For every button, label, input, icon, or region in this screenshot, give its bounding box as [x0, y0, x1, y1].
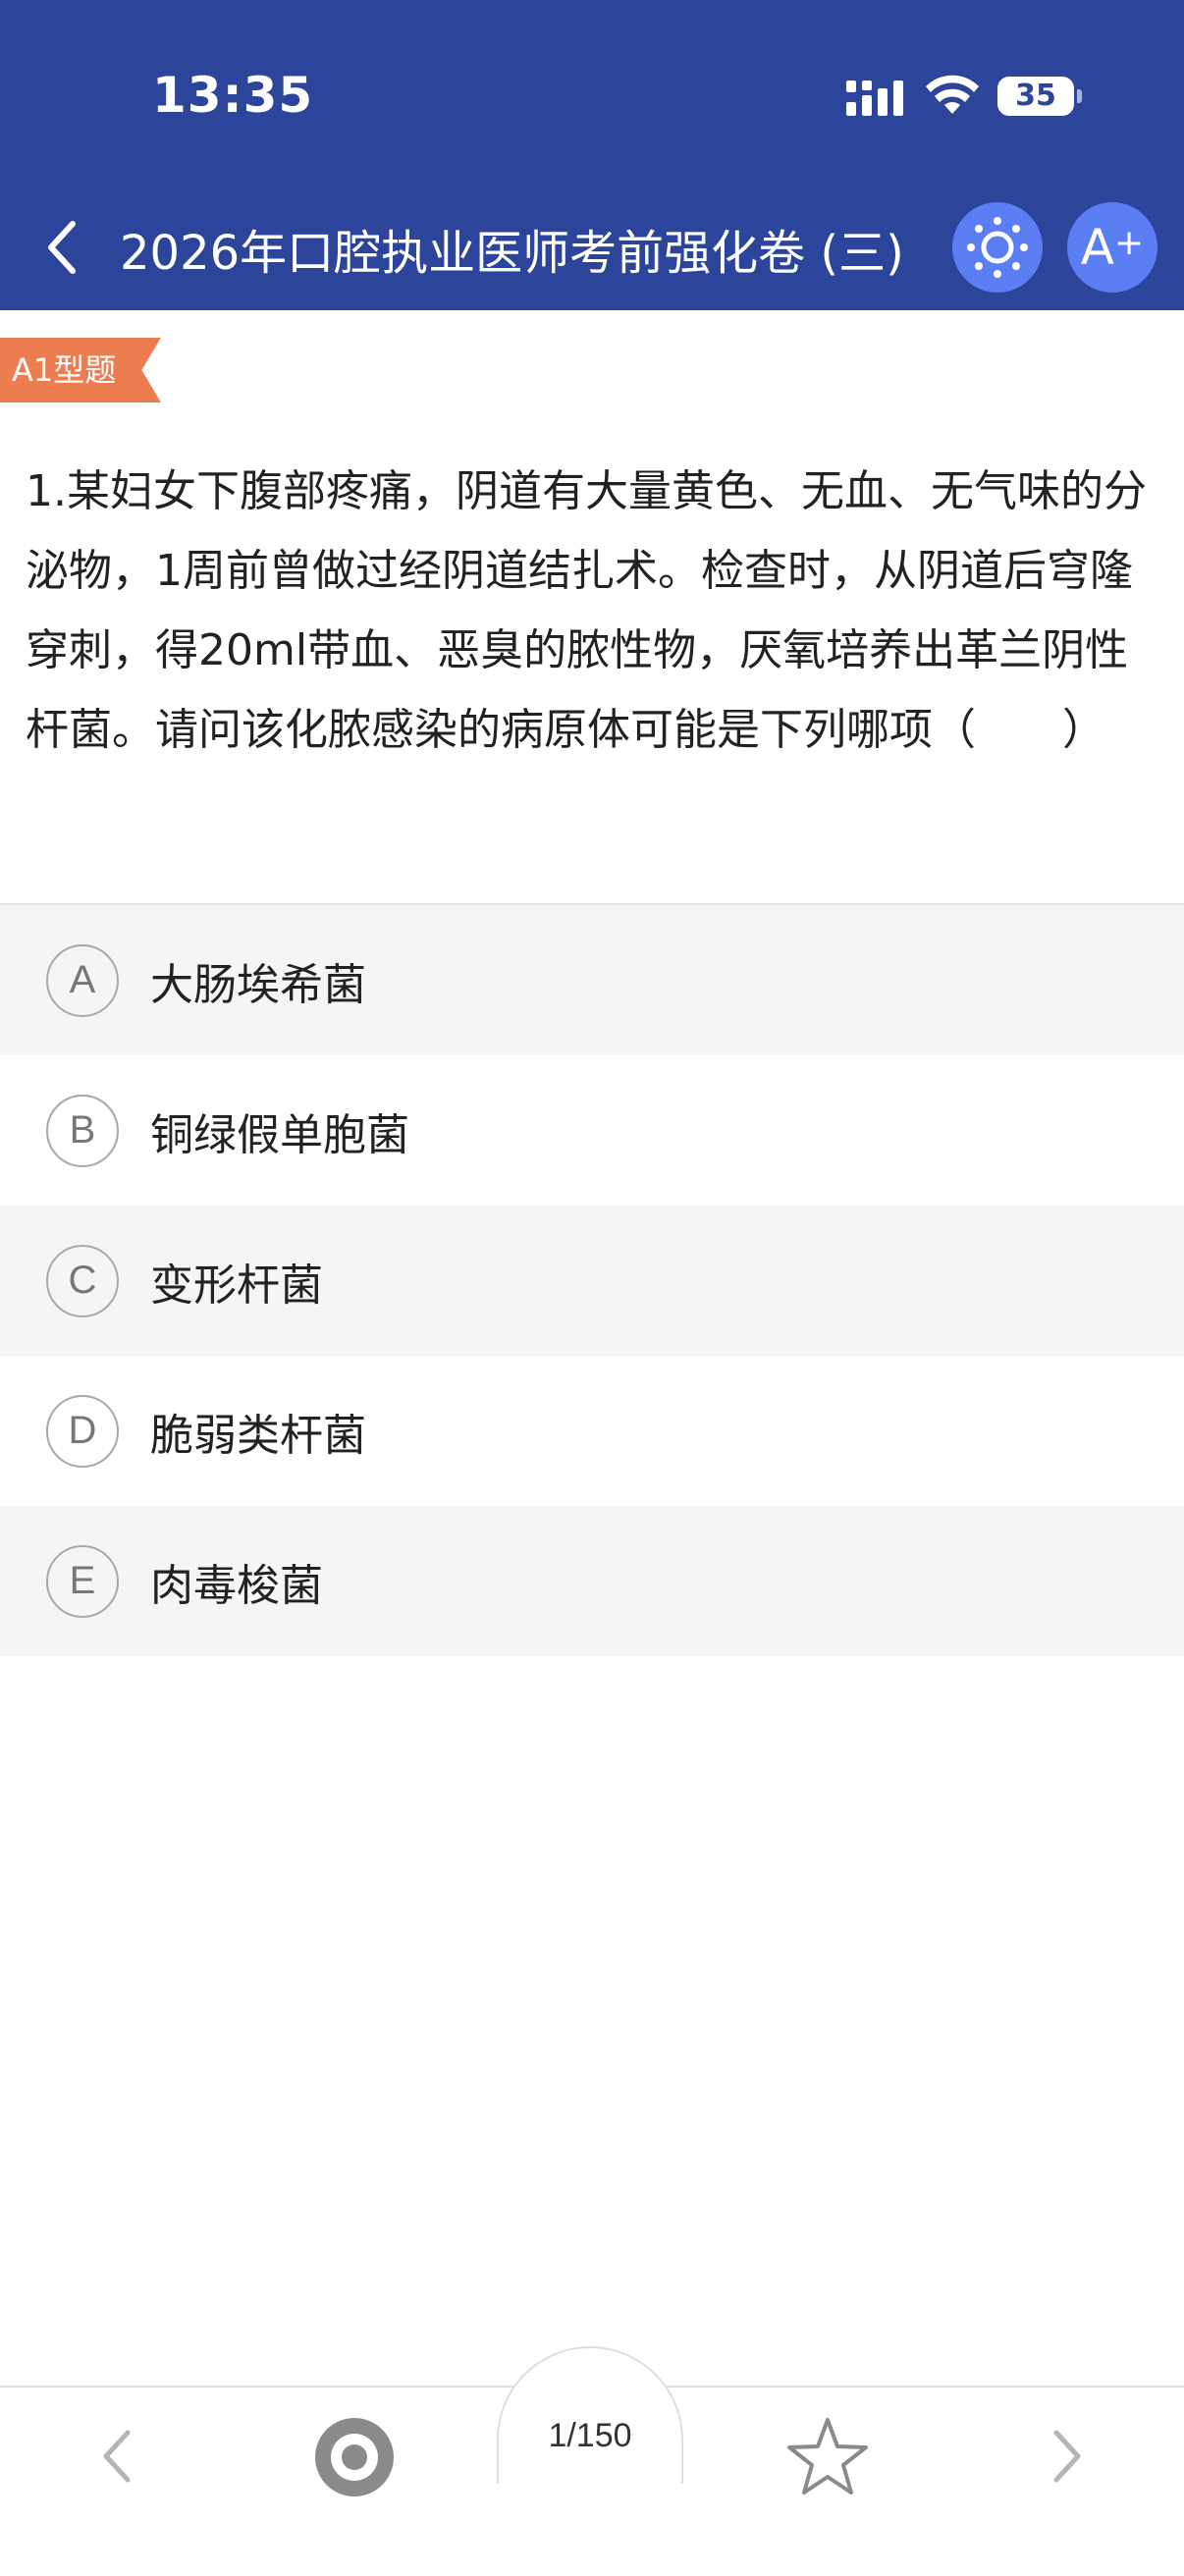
- eye-icon[interactable]: [312, 2415, 397, 2499]
- option-b[interactable]: B 铜绿假单胞菌: [0, 1055, 1184, 1206]
- font-size-plus: +: [1114, 222, 1145, 263]
- page-title: 2026年口腔执业医师考前强化卷 (三): [120, 226, 904, 281]
- progress-bubble[interactable]: [497, 2346, 683, 2484]
- option-text: 变形杆菌: [150, 1260, 323, 1311]
- battery-indicator: 35: [997, 77, 1082, 116]
- option-letter: D: [46, 1394, 119, 1468]
- option-text: 脆弱类杆菌: [150, 1410, 366, 1461]
- status-time: 13:35: [152, 67, 314, 124]
- option-letter: A: [46, 943, 119, 1017]
- option-a[interactable]: A 大肠埃希菌: [0, 905, 1184, 1055]
- prev-icon[interactable]: [94, 2425, 143, 2488]
- brightness-button[interactable]: [952, 202, 1043, 293]
- question-type-tag: A1型题: [0, 338, 161, 402]
- back-icon[interactable]: [39, 218, 88, 277]
- option-text: 大肠埃希菌: [150, 959, 366, 1010]
- brightness-icon: [967, 217, 1028, 278]
- header: 13:35 35 2026年口腔执业医师考前强化卷 (三) A +: [0, 0, 1184, 310]
- question-text: 1.某妇女下腹部疼痛，阴道有大量黄色、无血、无气味的分泌物，1周前曾做过经阴道结…: [26, 466, 1147, 755]
- next-icon[interactable]: [1041, 2425, 1090, 2488]
- signal-icon: [846, 80, 903, 116]
- option-e[interactable]: E 肉毒梭菌: [0, 1506, 1184, 1656]
- option-d[interactable]: D 脆弱类杆菌: [0, 1356, 1184, 1506]
- option-text: 肉毒梭菌: [150, 1560, 323, 1611]
- option-letter: E: [46, 1544, 119, 1618]
- option-c[interactable]: C 变形杆菌: [0, 1206, 1184, 1356]
- option-text: 铜绿假单胞菌: [150, 1109, 409, 1160]
- star-icon[interactable]: [785, 2415, 870, 2497]
- option-letter: B: [46, 1094, 119, 1167]
- progress-indicator: 1/150: [548, 2417, 632, 2454]
- wifi-icon: [926, 75, 979, 114]
- font-size-button[interactable]: A +: [1067, 202, 1157, 293]
- option-letter: C: [46, 1244, 119, 1317]
- font-size-icon: A: [1080, 219, 1115, 276]
